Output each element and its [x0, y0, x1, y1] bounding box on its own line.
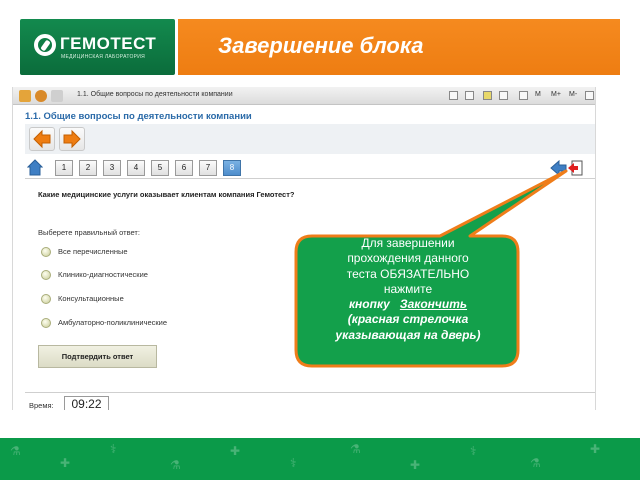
company-logo: ГЕМОТЕСТ МЕДИЦИНСКАЯ ЛАБОРАТОРИЯ	[20, 19, 175, 75]
decor-icon: ⚕	[110, 442, 117, 456]
forward-arrow-icon	[63, 129, 81, 149]
time-label: Время:	[29, 401, 54, 410]
tab-question-5[interactable]: 5	[151, 160, 169, 176]
left-arrow-icon[interactable]	[549, 159, 585, 177]
option-label: Все перечисленные	[58, 247, 128, 256]
forward-button[interactable]	[59, 127, 85, 151]
tab-question-1[interactable]: 1	[55, 160, 73, 176]
copy-icon[interactable]	[499, 91, 508, 100]
divider	[25, 392, 595, 393]
section-title: 1.1. Общие вопросы по деятельности компа…	[25, 111, 252, 122]
radio-button[interactable]	[41, 270, 51, 280]
back-button[interactable]	[29, 127, 55, 151]
radio-button[interactable]	[41, 294, 51, 304]
print-icon[interactable]	[465, 91, 474, 100]
slide-title: Завершение блока	[218, 33, 424, 58]
callout-line: (красная стрелочка	[347, 312, 469, 327]
decor-icon: ⚗	[10, 444, 21, 458]
app-icon	[19, 90, 31, 102]
tab-question-3[interactable]: 3	[103, 160, 121, 176]
decor-icon: ⚕	[290, 456, 297, 470]
title-box: Завершение блока	[178, 19, 620, 75]
calc-icon[interactable]	[519, 91, 528, 100]
memory-minus-button[interactable]: M-	[569, 91, 577, 98]
memory-plus-button[interactable]: M+	[551, 91, 561, 98]
decor-icon: ⚕	[470, 444, 477, 458]
option-label: Консультационные	[58, 294, 124, 303]
star-icon[interactable]	[51, 90, 63, 102]
home-icon	[26, 159, 44, 176]
callout-finish-word: Закончить	[399, 297, 468, 312]
tab-question-8[interactable]: 8	[223, 160, 241, 176]
callout-word: кнопку	[348, 297, 390, 312]
callout-text: Для завершении прохождения данного теста…	[298, 236, 518, 343]
logo-subtext: МЕДИЦИНСКАЯ ЛАБОРАТОРИЯ	[61, 54, 146, 60]
radio-button[interactable]	[41, 318, 51, 328]
nav-toolbar	[25, 124, 595, 154]
decor-icon: ⚗	[530, 456, 541, 470]
decor-icon: ✚	[60, 456, 71, 470]
decor-icon: ⚗	[170, 458, 181, 472]
window-titlebar: 1.1. Общие вопросы по деятельности компа…	[13, 87, 595, 105]
footer-band: ⚗ ✚ ⚕ ⚗ ✚ ⚕ ⚗ ✚ ⚕ ⚗ ✚	[0, 438, 640, 480]
callout-line: Для завершении	[361, 236, 455, 250]
maximize-icon[interactable]	[585, 91, 594, 100]
callout-line: теста ОБЯЗАТЕЛЬНО	[346, 266, 470, 281]
logo-text: ГЕМОТЕСТ	[60, 34, 157, 53]
callout-line-emphasis: кнопку Закончить	[298, 297, 518, 312]
answer-option[interactable]: Консультационные	[41, 293, 241, 305]
tab-question-6[interactable]: 6	[175, 160, 193, 176]
option-label: Клинико-диагностические	[58, 270, 148, 279]
decor-icon: ⚗	[350, 442, 361, 456]
answer-option[interactable]: Амбулаторно-поликлинические	[41, 317, 241, 329]
option-label: Амбулаторно-поликлинические	[58, 318, 168, 327]
decor-icon: ✚	[590, 442, 601, 456]
radio-button[interactable]	[41, 247, 51, 257]
answer-prompt: Выберете правильный ответ:	[38, 228, 140, 237]
star-fav-icon[interactable]	[483, 91, 492, 100]
callout-line: указывающая на дверь)	[335, 327, 481, 342]
timer-display: 09:22	[64, 396, 109, 410]
divider	[25, 178, 595, 179]
callout-line: нажмите	[383, 281, 433, 296]
home-button[interactable]	[26, 159, 44, 176]
back-arrow-icon	[33, 129, 51, 149]
decor-icon: ✚	[230, 444, 241, 458]
logo-mark-icon	[34, 34, 56, 56]
memory-button[interactable]: M	[535, 91, 541, 98]
save-icon[interactable]	[449, 91, 458, 100]
answer-option[interactable]: Клинико-диагностические	[41, 269, 241, 281]
tab-question-2[interactable]: 2	[79, 160, 97, 176]
question-text: Какие медицинские услуги оказывает клиен…	[38, 190, 295, 199]
tab-question-4[interactable]: 4	[127, 160, 145, 176]
answer-option[interactable]: Все перечисленные	[41, 246, 241, 258]
window-title: 1.1. Общие вопросы по деятельности компа…	[77, 91, 233, 98]
back-nav-icon[interactable]	[35, 90, 47, 102]
tab-question-7[interactable]: 7	[199, 160, 217, 176]
exit-controls	[549, 159, 585, 177]
callout-line: прохождения данного	[347, 251, 469, 266]
decor-icon: ✚	[410, 458, 421, 472]
submit-answer-button[interactable]: Подтвердить ответ	[38, 345, 157, 368]
header-banner: ГЕМОТЕСТ МЕДИЦИНСКАЯ ЛАБОРАТОРИЯ Заверше…	[20, 19, 620, 75]
